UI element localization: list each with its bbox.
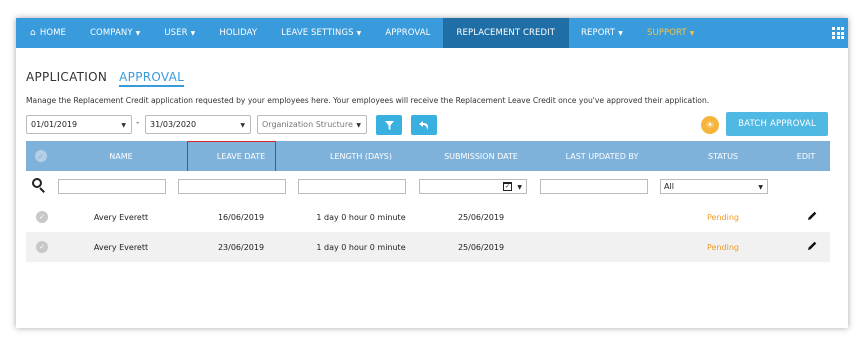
col-name[interactable]: NAME <box>66 141 176 171</box>
date-from-value: 01/01/2019 <box>31 120 78 129</box>
table-filter-row: ✓ ▼ All ▼ <box>26 171 830 201</box>
edit-pencil-icon[interactable] <box>806 210 818 222</box>
cell-length: 1 day 0 hour 0 minute <box>316 242 406 252</box>
nav-support[interactable]: SUPPORT ▼ <box>635 18 706 48</box>
length-filter-input[interactable] <box>298 179 406 194</box>
filter-button[interactable] <box>376 115 402 135</box>
caret-down-icon: ▼ <box>190 29 196 37</box>
caret-down-icon: ▼ <box>356 122 361 129</box>
tab-approval[interactable]: APPROVAL <box>119 70 185 87</box>
select-all-checkbox[interactable]: ✓ <box>35 150 47 162</box>
cell-name: Avery Everett <box>93 212 149 222</box>
cell-name: Avery Everett <box>93 242 149 252</box>
nav-company[interactable]: COMPANY ▼ <box>78 18 152 48</box>
status-badge: Pending <box>707 212 739 222</box>
row-checkbox[interactable]: ✓ <box>36 211 48 223</box>
home-icon: ⌂ <box>30 28 36 38</box>
nav-approval[interactable]: APPROVAL <box>373 18 442 48</box>
page-tabs: APPLICATION APPROVAL <box>26 70 185 87</box>
col-status[interactable]: STATUS <box>668 141 778 171</box>
table-row[interactable]: ✓ Avery Everett 23/06/2019 1 day 0 hour … <box>26 232 830 262</box>
apps-grid-icon[interactable] <box>832 27 844 39</box>
highlight-box <box>187 141 276 174</box>
cell-last-updated-by <box>547 232 657 262</box>
cell-length: 1 day 0 hour 0 minute <box>316 212 406 222</box>
caret-down-icon: ▼ <box>240 122 245 129</box>
caret-down-icon: ▼ <box>618 29 623 37</box>
date-to-select[interactable]: 31/03/2020 ▼ <box>145 115 251 134</box>
nav-home[interactable]: ⌂ HOME <box>16 18 78 48</box>
organization-structure-select[interactable]: Organization Structure ▼ <box>257 115 367 134</box>
col-submission-date[interactable]: SUBMISSION DATE <box>426 141 536 171</box>
nav-user-label: USER <box>164 28 188 38</box>
cell-leave-date: 23/06/2019 <box>217 242 265 252</box>
nav-holiday[interactable]: HOLIDAY <box>207 18 269 48</box>
top-nav: ⌂ HOME COMPANY ▼ USER ▼ HOLIDAY LEAVE SE… <box>16 18 848 48</box>
search-icon <box>32 178 46 193</box>
nav-report[interactable]: REPORT ▼ <box>569 18 635 48</box>
status-filter-select[interactable]: All ▼ <box>660 179 768 194</box>
cell-last-updated-by <box>547 202 657 232</box>
nav-approval-label: APPROVAL <box>385 28 431 38</box>
app-window: ⌂ HOME COMPANY ▼ USER ▼ HOLIDAY LEAVE SE… <box>16 18 848 328</box>
undo-icon <box>419 120 428 130</box>
nav-replacement-credit[interactable]: REPLACEMENT CREDIT <box>442 18 570 48</box>
reset-button[interactable] <box>411 115 437 135</box>
col-edit: EDIT <box>796 151 816 161</box>
nav-leave-settings-label: LEAVE SETTINGS <box>281 28 354 38</box>
nav-support-label: SUPPORT <box>646 28 687 38</box>
nav-report-label: REPORT <box>581 28 616 38</box>
cell-leave-date: 16/06/2019 <box>217 212 265 222</box>
nav-home-label: HOME <box>39 28 67 38</box>
nav-company-label: COMPANY <box>90 28 133 38</box>
cell-submission-date: 25/06/2019 <box>457 212 505 222</box>
table-header: ✓ NAME LEAVE DATE LENGTH (DAYS) SUBMISSI… <box>26 141 830 171</box>
caret-down-icon: ▼ <box>758 184 763 191</box>
page-description: Manage the Replacement Credit applicatio… <box>26 96 710 105</box>
caret-down-icon: ▼ <box>356 29 362 37</box>
caret-down-icon: ▼ <box>517 184 522 191</box>
caret-down-icon: ▼ <box>135 29 141 37</box>
submission-date-filter[interactable]: ✓ ▼ <box>419 179 527 194</box>
leave-date-filter-input[interactable] <box>178 179 286 194</box>
lightbulb-icon[interactable]: ☀ <box>701 116 719 134</box>
nav-leave-settings[interactable]: LEAVE SETTINGS ▼ <box>269 18 373 48</box>
col-last-updated-by[interactable]: LAST UPDATED BY <box>547 141 657 171</box>
nav-holiday-label: HOLIDAY <box>219 28 258 38</box>
date-to-value: 31/03/2020 <box>150 120 197 129</box>
nav-user[interactable]: USER ▼ <box>152 18 207 48</box>
caret-down-icon: ▼ <box>121 122 126 129</box>
batch-approval-button[interactable]: BATCH APPROVAL <box>726 112 828 136</box>
col-length[interactable]: LENGTH (DAYS) <box>306 141 416 171</box>
organization-structure-placeholder: Organization Structure <box>262 120 353 129</box>
filter-icon <box>384 120 394 130</box>
status-badge: Pending <box>707 242 739 252</box>
name-filter-input[interactable] <box>58 179 166 194</box>
edit-pencil-icon[interactable] <box>806 240 818 252</box>
caret-down-icon: ▼ <box>689 29 695 37</box>
date-from-select[interactable]: 01/01/2019 ▼ <box>26 115 132 134</box>
date-range-separator: - <box>136 118 140 128</box>
last-updated-by-filter-input[interactable] <box>540 179 648 194</box>
tab-application[interactable]: APPLICATION <box>26 70 107 87</box>
cell-submission-date: 25/06/2019 <box>457 242 505 252</box>
status-filter-value: All <box>664 182 674 191</box>
nav-replacement-credit-label: REPLACEMENT CREDIT <box>456 28 556 38</box>
row-checkbox[interactable]: ✓ <box>36 241 48 253</box>
calendar-icon: ✓ <box>503 182 512 191</box>
table-row[interactable]: ✓ Avery Everett 16/06/2019 1 day 0 hour … <box>26 202 830 232</box>
